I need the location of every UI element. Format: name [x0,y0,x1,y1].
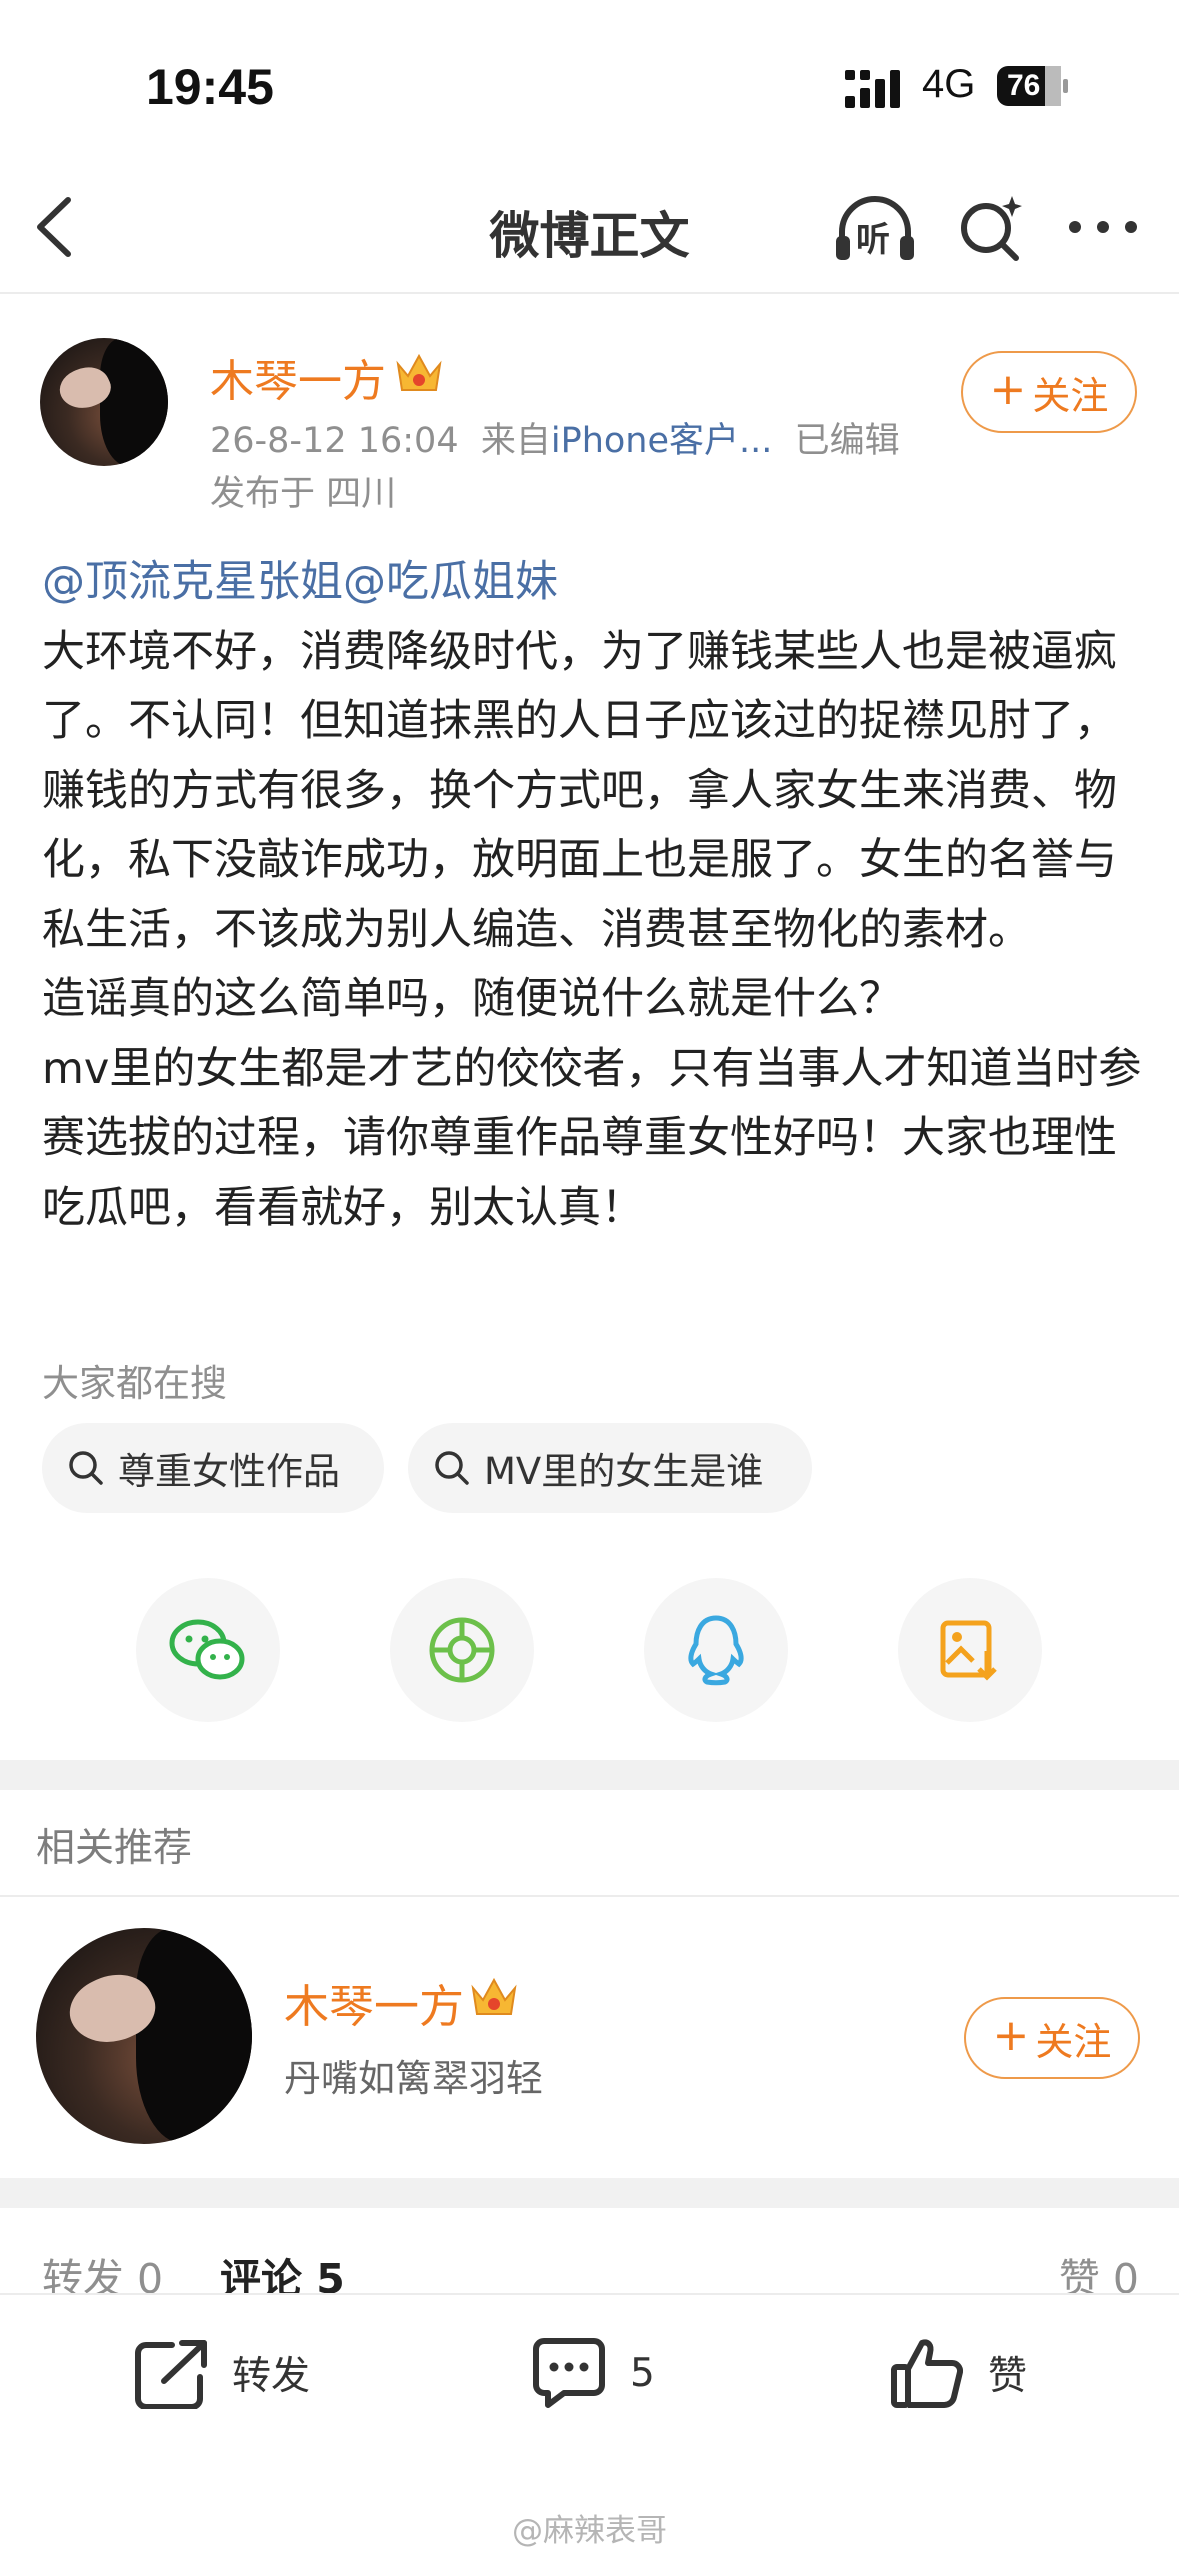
source-prefix: 来自 [480,421,551,461]
related-avatar[interactable] [36,1928,252,2144]
repost-label: 转发 [232,2354,311,2399]
interaction-tabs: 转发 0 评论 5 赞 0 [0,2245,1179,2297]
section-separator [0,2178,1179,2208]
repost-icon [135,2340,207,2409]
qq-icon [688,1615,744,1686]
post-paragraph: 大环境不好，消费降级时代，为了赚钱某些人也是被逼疯了。不认同！但知道抹黑的人日子… [42,626,1117,955]
related-divider [0,1895,1179,1897]
battery-icon: 76 [997,66,1069,106]
tab-repost[interactable]: 转发 0 [42,2245,163,2297]
author-avatar[interactable] [40,338,168,466]
share-qq-button[interactable] [644,1578,788,1722]
wechat-icon [169,1619,245,1680]
search-chip[interactable]: MV里的女生是谁 [408,1423,812,1513]
thumb-up-icon [891,2339,964,2408]
post-paragraph: mv里的女生都是才艺的佼佼者，只有当事人才知道当时参赛选拔的过程，请你尊重作品尊… [42,1043,1142,1233]
battery-level: 76 [1007,69,1041,102]
related-title: 相关推荐 [36,1826,193,1871]
post-date: 26-8-12 16:04 [210,421,459,461]
watermark: @麻辣表哥 [512,2513,667,2549]
crown-icon [471,1977,517,2015]
related-follow-button[interactable]: + 关注 [964,1997,1140,2079]
post-paragraph: 造谣真的这么简单吗，随便说什么就是什么？ [42,974,902,1024]
moments-icon [429,1617,495,1683]
nav-divider [0,292,1179,294]
share-save-image-button[interactable] [898,1578,1042,1722]
search-icon[interactable] [958,190,1024,262]
post-location: 发布于 四川 [210,474,397,514]
edited-label[interactable]: 已编辑 [795,421,900,461]
follow-label: 关注 [1032,373,1109,418]
tab-comment[interactable]: 评论 5 [220,2245,345,2297]
comment-icon [533,2338,605,2408]
network-type: 4G [922,62,976,106]
post-meta: 26-8-12 16:04 来自iPhone客户... 已编辑 [210,412,900,463]
comment-count: 5 [630,2350,655,2396]
plus-icon: + [989,364,1027,415]
comment-button[interactable]: 5 [530,2330,655,2416]
like-label: 赞 [988,2354,1028,2399]
crown-icon [396,353,442,391]
post-body: @顶流克星张姐@吃瓜姐妹 大环境不好，消费降级时代，为了赚钱某些人也是被逼疯了。… [42,548,1152,1243]
search-icon [435,1451,469,1485]
save-image-icon [940,1620,997,1681]
post-source[interactable]: iPhone客户... [551,421,773,461]
tab-like[interactable]: 赞 0 [1059,2245,1139,2297]
plus-icon: + [992,2010,1030,2061]
follow-button[interactable]: + 关注 [961,351,1137,433]
share-moments-button[interactable] [390,1578,534,1722]
mentions-line: @顶流克星张姐@吃瓜姐妹 [42,548,1152,618]
section-separator [0,1760,1179,1790]
follow-label: 关注 [1035,2019,1112,2064]
search-chip-label: MV里的女生是谁 [484,1450,764,1493]
search-chip[interactable]: 尊重女性作品 [42,1423,384,1513]
search-icon [69,1451,103,1485]
hot-search-label: 大家都在搜 [42,1362,227,1405]
listen-icon[interactable]: 听 [832,192,918,264]
repost-button[interactable]: 转发 [132,2330,310,2416]
related-desc: 丹嘴如篱翠羽轻 [284,2057,543,2100]
author-name[interactable]: 木琴一方 [210,345,386,409]
share-wechat-button[interactable] [136,1578,280,1722]
mention-link[interactable]: @吃瓜姐妹 [343,557,558,607]
signal-icon [845,70,900,108]
listen-label: 听 [856,220,890,260]
status-time: 19:45 [146,59,274,115]
more-icon[interactable] [1065,212,1141,242]
like-button[interactable]: 赞 [890,2330,1027,2416]
related-name[interactable]: 木琴一方 [284,1970,464,2035]
mention-link[interactable]: @顶流克星张姐 [42,557,343,607]
search-chip-label: 尊重女性作品 [118,1450,340,1493]
